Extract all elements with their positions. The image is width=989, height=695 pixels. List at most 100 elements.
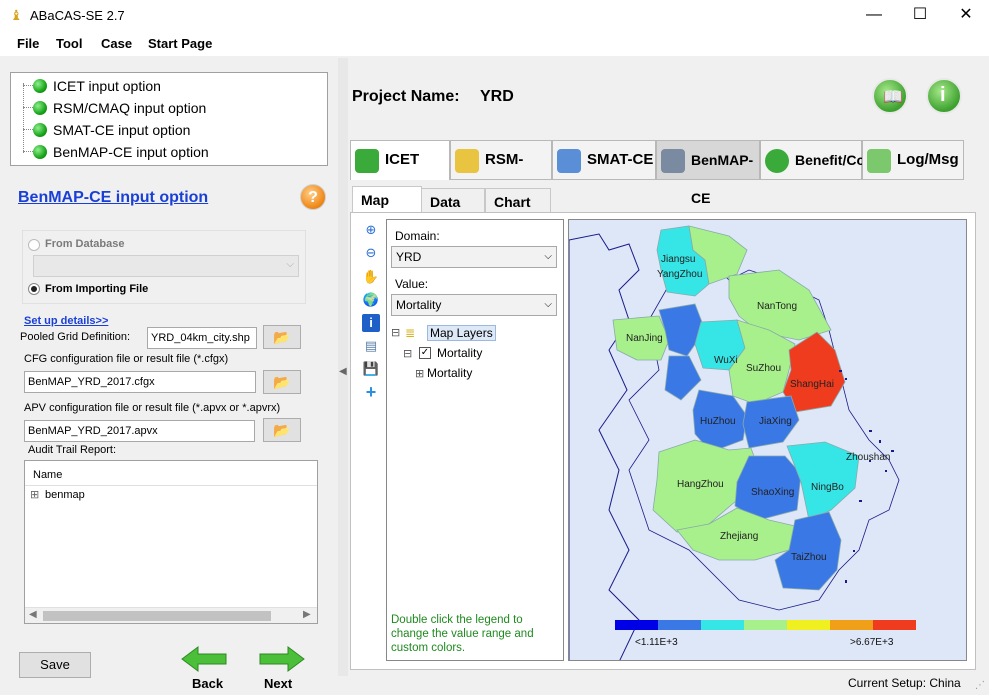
apv-browse-button[interactable]: 📂 [263,418,301,442]
green-status-icon [33,101,47,115]
layer-mortality[interactable]: Mortality [437,346,482,360]
zoom-out-icon[interactable]: ⊖ [362,244,380,262]
menu-start-page[interactable]: Start Page [148,36,212,51]
audit-item-benmap[interactable]: benmap [45,489,85,501]
option-list: ICET input option RSM/CMAQ input option … [10,72,328,166]
layer-visibility-checkbox[interactable]: ✓ [419,347,431,359]
rsm-vat-icon [455,149,479,173]
horizontal-scrollbar[interactable]: ◀ ▶ [25,607,317,623]
expand-icon[interactable]: ⊞ [30,488,39,501]
subtab-data[interactable]: Data [421,188,485,214]
pooled-grid-field[interactable]: YRD_04km_city.shp [147,327,257,349]
value-select[interactable]: Mortality ⌵ [391,294,557,316]
option-rsm-cmaq[interactable]: RSM/CMAQ input option [23,97,206,119]
menu-tool[interactable]: Tool [56,36,82,51]
benefit-cost-icon [765,149,789,173]
log-msg-icon [867,149,891,173]
save-button[interactable]: Save [19,652,91,678]
database-select[interactable]: ⌵ [33,255,299,277]
cfg-browse-button[interactable]: 📂 [263,370,301,394]
help-icon[interactable]: ? [300,184,326,210]
green-status-icon [33,145,47,159]
label-jiaxing: JiaXing [759,416,792,427]
legend-swatch-4 [744,620,787,630]
collapse-icon[interactable]: ◀ [339,366,347,377]
panel-splitter[interactable]: ◀ [338,58,348,676]
save-map-icon[interactable]: 💾 [362,360,380,378]
label-shaoxing: ShaoXing [751,487,794,498]
minimize-button[interactable]: — [851,0,897,32]
label-yangzhou: YangZhou [657,269,702,280]
cfg-field[interactable]: BenMAP_YRD_2017.cfgx [24,371,256,393]
domain-select[interactable]: YRD ⌵ [391,246,557,268]
full-extent-globe-icon[interactable]: 🌍 [362,291,380,309]
label-hangzhou: HangZhou [677,479,724,490]
add-layer-icon[interactable]: + [362,383,380,401]
legend-swatch-7 [873,620,916,630]
manual-book-icon[interactable]: 📖 [872,78,908,114]
app-icon: ♝ [10,7,23,23]
expand-sublayer-icon[interactable]: ⊞ [415,367,424,380]
legend-min-label: <1.11E+3 [635,637,678,648]
section-title[interactable]: BenMAP-CE input option [18,189,208,207]
identify-info-icon[interactable]: i [362,314,380,332]
domain-label: Domain: [395,229,440,243]
next-arrow-icon[interactable] [258,645,306,673]
back-arrow-icon[interactable] [180,645,228,673]
next-button[interactable]: Next [264,676,292,691]
close-button[interactable]: ✕ [943,0,989,32]
window-title: ABaCAS-SE 2.7 [30,8,125,23]
from-database-label: From Database [45,238,125,250]
menu-bar: File Tool Case Start Page [0,32,989,56]
scrollbar-thumb[interactable] [43,611,271,621]
green-status-icon [33,123,47,137]
tab-smat-ce[interactable]: SMAT-CE [552,140,656,180]
value-label: Value: [395,277,429,291]
chevron-down-icon: ⌵ [544,299,552,310]
tab-benmap-ce[interactable]: BenMAP-CE [656,140,760,206]
collapse-map-layers-icon[interactable]: ⊟ [391,326,400,339]
apv-field[interactable]: BenMAP_YRD_2017.apvx [24,420,255,442]
option-icet[interactable]: ICET input option [23,75,161,97]
zoom-in-icon[interactable]: ⊕ [362,221,380,239]
project-label: Project Name: [352,88,460,105]
pan-hand-icon[interactable]: ✋ [362,268,380,286]
resize-grip-icon[interactable]: ⋰ [975,680,985,691]
from-importing-radio[interactable] [28,283,40,295]
from-database-radio[interactable] [28,239,40,251]
title-bar: ♝ ABaCAS-SE 2.7 — ☐ ✕ [0,0,989,32]
tab-rsm-vat[interactable]: RSM-VAT [450,140,552,206]
label-wuxi: WuXi [714,355,738,366]
folder-icon: 📂 [273,329,291,345]
collapse-layer-icon[interactable]: ⊟ [403,347,412,360]
legend-color-bar [615,620,916,630]
green-status-icon [33,79,47,93]
menu-case[interactable]: Case [101,36,132,51]
menu-file[interactable]: File [17,36,39,51]
subtab-chart[interactable]: Chart [485,188,551,214]
pooled-grid-browse-button[interactable]: 📂 [263,325,301,349]
info-icon[interactable]: i [926,78,962,114]
setup-details-link[interactable]: Set up details>> [24,315,108,327]
map-canvas: Jiangsu YangZhou NanTong NanJing WuXi Su… [569,220,966,660]
tab-icet[interactable]: ICET [350,140,450,180]
layer-icon[interactable]: ▤ [362,337,380,355]
label-shanghai: ShangHai [790,379,834,390]
legend-swatch-3 [701,620,744,630]
map-layers-node[interactable]: Map Layers [427,325,496,341]
back-button[interactable]: Back [192,676,223,691]
label-nantong: NanTong [757,301,797,312]
sublayer-mortality[interactable]: Mortality [427,366,472,380]
option-benmap-ce[interactable]: BenMAP-CE input option [23,141,209,163]
maximize-button[interactable]: ☐ [897,0,943,32]
map-view[interactable]: Jiangsu YangZhou NanTong NanJing WuXi Su… [568,219,967,661]
layers-stack-icon: ≣ [405,326,416,340]
icet-icon [355,149,379,173]
option-smat-ce[interactable]: SMAT-CE input option [23,119,190,141]
subtab-map[interactable]: Map [352,186,422,214]
tab-benefit-cost[interactable]: Benefit/Cost [760,140,877,180]
legend-swatch-2 [658,620,701,630]
folder-icon: 📂 [273,422,291,438]
tab-log-msg[interactable]: Log/Msg [862,140,964,180]
folder-icon: 📂 [273,374,291,390]
